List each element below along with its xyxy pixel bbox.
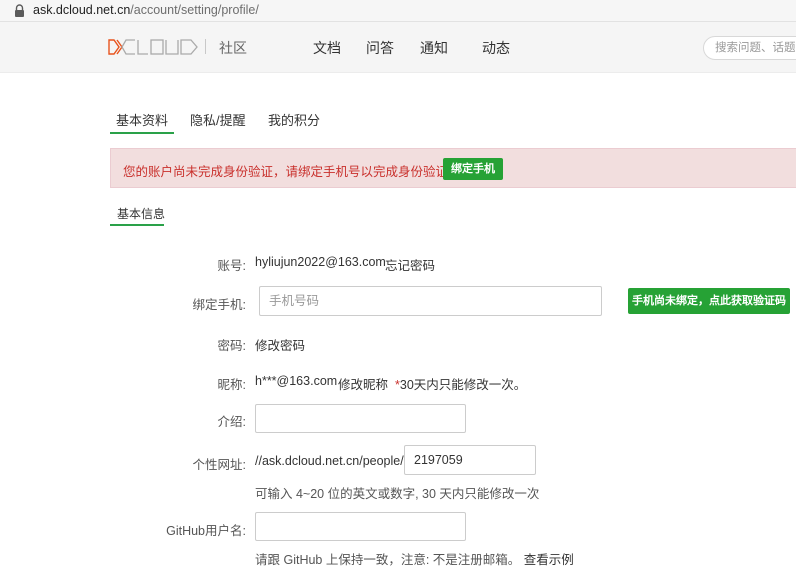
change-password-link[interactable]: 修改密码 [255,335,305,354]
intro-field[interactable] [255,404,466,433]
github-hint: 请跟 GitHub 上保持一致，注意: 不是注册邮箱。 查看示例 [255,549,574,568]
logo-divider [205,39,206,54]
phone-field[interactable] [259,286,602,316]
github-field[interactable] [255,512,466,541]
verification-alert: 您的账户尚未完成身份验证，请绑定手机号以完成身份验证！ 绑定手机 [110,148,796,188]
nickname-note-text: 30天内只能修改一次。 [399,378,527,392]
tab-points[interactable]: 我的积分 [268,110,320,129]
nav-activity[interactable]: 动态 [482,38,510,58]
intro-input[interactable] [256,405,465,432]
get-verification-code-button[interactable]: 手机尚未绑定，点此获取验证码 [628,288,790,314]
url-field[interactable] [404,445,536,475]
view-example-link[interactable]: 查看示例 [524,553,574,567]
section-underline [110,224,164,226]
url-text[interactable]: ask.dcloud.net.cn/account/setting/profil… [33,3,259,17]
community-label[interactable]: 社区 [219,38,247,58]
github-label: GitHub用户名: [166,524,246,538]
bind-phone-button[interactable]: 绑定手机 [443,158,503,180]
search-input[interactable] [713,41,796,55]
lock-icon [15,4,24,17]
section-title: 基本信息 [117,207,166,221]
intro-label: 介绍: [217,415,246,429]
url-label: 个性网址: [192,458,246,472]
dcloud-logo[interactable] [108,39,200,55]
url-input[interactable] [405,446,535,474]
forgot-password-link[interactable]: 忘记密码 [385,255,435,274]
phone-label: 绑定手机: [192,298,246,312]
url-hint: 可输入 4~20 位的英文或数字, 30 天内只能修改一次 [255,487,540,501]
change-nickname-link[interactable]: 修改昵称 [338,374,388,393]
account-label: 账号: [217,259,246,273]
site-header: 社区 文档 问答 通知 动态 [0,22,796,73]
github-input[interactable] [256,513,465,540]
github-hint-text: 请跟 GitHub 上保持一致，注意: 不是注册邮箱。 [255,553,521,567]
phone-input[interactable] [260,287,601,315]
nickname-value: h***@163.com [255,374,338,388]
url-prefix: //ask.dcloud.net.cn/people/ [255,454,404,468]
password-label: 密码: [217,339,246,353]
nav-notifications[interactable]: 通知 [420,38,448,58]
nav-docs[interactable]: 文档 [313,38,341,58]
tab-basic-profile[interactable]: 基本资料 [116,110,168,129]
nickname-note: *30天内只能修改一次。 [395,374,526,393]
active-tab-indicator [110,132,174,134]
browser-address-bar[interactable]: ask.dcloud.net.cn/account/setting/profil… [0,0,796,22]
url-host: ask.dcloud.net.cn [33,3,131,17]
nickname-label: 昵称: [217,378,246,392]
nav-qa[interactable]: 问答 [366,38,394,58]
search-box[interactable] [703,36,796,60]
account-value: hyliujun2022@163.com [255,255,386,269]
alert-message: 您的账户尚未完成身份验证，请绑定手机号以完成身份验证！ [123,165,461,179]
url-path: /account/setting/profile/ [130,3,259,17]
tab-privacy[interactable]: 隐私/提醒 [190,110,246,129]
